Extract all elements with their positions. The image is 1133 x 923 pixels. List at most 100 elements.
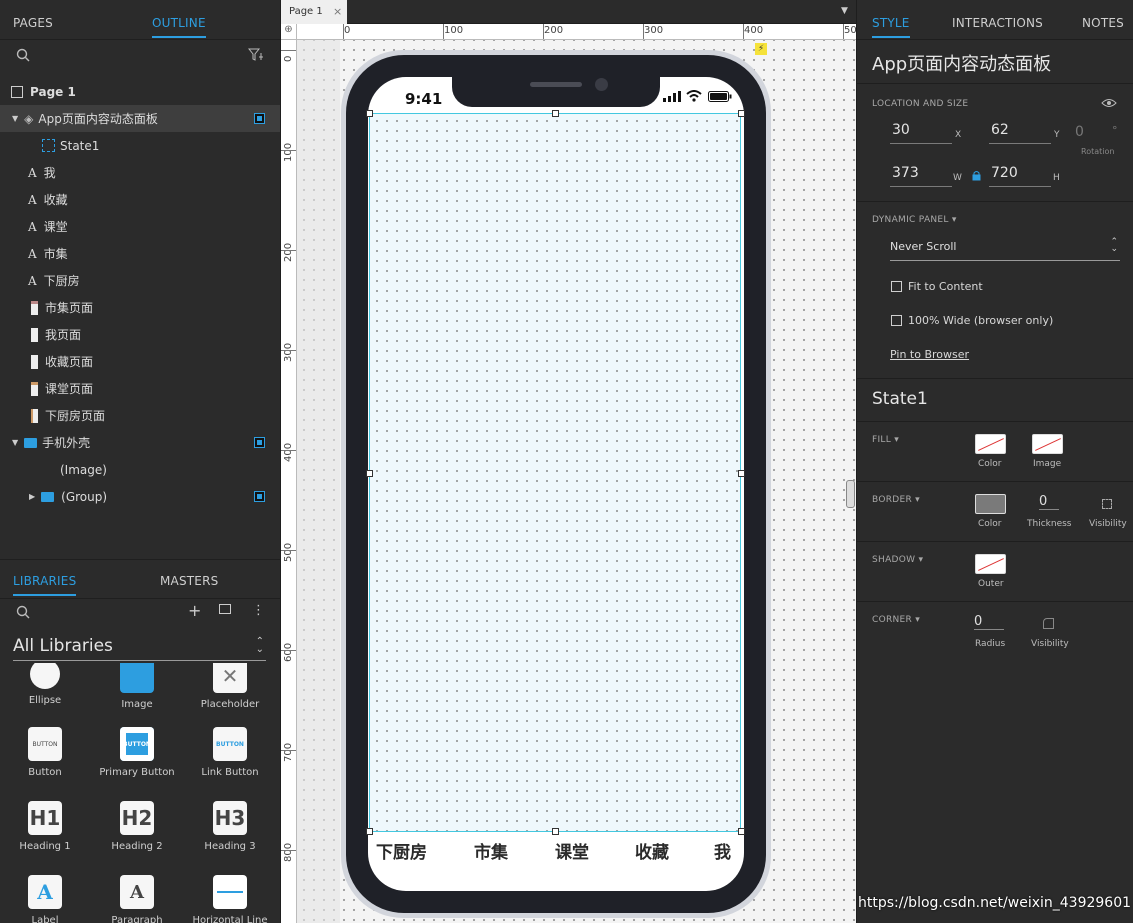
visibility-checkbox[interactable] xyxy=(254,113,265,124)
library-item-ellipse[interactable]: Ellipse xyxy=(0,663,90,706)
dynamic-panel-label[interactable]: DYNAMIC PANEL ▾ xyxy=(872,215,957,225)
ruler-origin[interactable]: ⊕ xyxy=(281,24,297,40)
full-width-checkbox[interactable] xyxy=(891,315,902,326)
shadow-outer-swatch[interactable] xyxy=(975,554,1006,574)
caret-down-icon[interactable]: ▼ xyxy=(12,114,18,123)
outline-item-text[interactable]: A我 xyxy=(0,159,280,186)
library-item-primary-button[interactable]: BUTTON Primary Button xyxy=(92,727,182,778)
add-library-icon[interactable]: + xyxy=(188,601,201,620)
library-item-label[interactable]: A Label xyxy=(0,875,90,923)
x-field[interactable]: 30 xyxy=(890,122,952,144)
fill-label[interactable]: FILL ▾ xyxy=(872,435,899,445)
scroll-select[interactable]: Never Scroll ⌃ ⌄ xyxy=(890,238,1120,261)
tab-interactions[interactable]: INTERACTIONS xyxy=(952,16,1043,30)
fit-content-checkbox[interactable] xyxy=(891,281,902,292)
library-item-heading-3[interactable]: H3 Heading 3 xyxy=(185,801,275,852)
rotation-field[interactable]: 0 xyxy=(1075,124,1084,140)
outline-item-dynamic-panel[interactable]: ▼ ◈ App页面内容动态面板 xyxy=(0,105,280,132)
ruler-tick xyxy=(281,650,296,651)
library-item-paragraph[interactable]: A Paragraph xyxy=(92,875,182,923)
outline-item-image[interactable]: 我页面 xyxy=(0,321,280,348)
resize-handle[interactable] xyxy=(366,828,373,835)
vertical-ruler[interactable]: 0 100 200 300 400 500 600 700 800 xyxy=(281,40,297,923)
library-select[interactable]: All Libraries ⌃ ⌄ xyxy=(13,636,266,661)
tab-pages[interactable]: PAGES xyxy=(13,16,53,30)
pin-to-browser-link[interactable]: Pin to Browser xyxy=(890,348,969,361)
visibility-checkbox[interactable] xyxy=(254,437,265,448)
search-icon[interactable] xyxy=(16,605,30,619)
library-item-link-button[interactable]: BUTTON Link Button xyxy=(185,727,275,778)
resize-handle[interactable] xyxy=(552,828,559,835)
visibility-checkbox[interactable] xyxy=(254,491,265,502)
resize-handle[interactable] xyxy=(738,470,745,477)
library-item-image[interactable]: Image xyxy=(92,663,182,710)
scrollbar-thumb[interactable] xyxy=(846,480,855,508)
outline-item-page[interactable]: Page 1 xyxy=(0,78,280,105)
dynamic-panel-selection[interactable] xyxy=(366,110,745,835)
border-label[interactable]: BORDER ▾ xyxy=(872,495,920,505)
resize-handle[interactable] xyxy=(366,110,373,117)
outline-item-group[interactable]: ▶ (Group) xyxy=(0,483,280,510)
shadow-label[interactable]: SHADOW ▾ xyxy=(872,555,923,565)
tab-outline[interactable]: OUTLINE xyxy=(152,16,206,38)
outline-item-text[interactable]: A 收藏 xyxy=(0,186,280,213)
copy-icon[interactable] xyxy=(219,604,231,614)
library-item-heading-1[interactable]: H1 Heading 1 xyxy=(0,801,90,852)
library-item-heading-2[interactable]: H2 Heading 2 xyxy=(92,801,182,852)
library-item-horizontal-line[interactable]: Horizontal Line xyxy=(185,875,275,923)
tab-style[interactable]: STYLE xyxy=(872,16,910,38)
border-visibility-icon[interactable] xyxy=(1102,499,1112,509)
corner-label[interactable]: CORNER ▾ xyxy=(872,615,920,625)
resize-handle[interactable] xyxy=(552,110,559,117)
lightning-icon[interactable]: ⚡ xyxy=(755,43,767,55)
library-item-placeholder[interactable]: ✕ Placeholder xyxy=(185,663,275,710)
tab-ketang[interactable]: 课堂 xyxy=(555,838,589,863)
caret-down-icon[interactable]: ▼ xyxy=(12,438,18,447)
close-icon[interactable]: × xyxy=(333,5,342,18)
outline-item-text[interactable]: A 下厨房 xyxy=(0,267,280,294)
resize-handle[interactable] xyxy=(738,828,745,835)
width-field[interactable]: 373 xyxy=(890,165,952,187)
more-icon[interactable]: ⋮ xyxy=(252,603,265,618)
radius-label: Radius xyxy=(975,639,1006,649)
widget-name[interactable]: App页面内容动态面板 xyxy=(872,50,1051,76)
fill-color-swatch[interactable] xyxy=(975,434,1006,454)
y-field[interactable]: 62 xyxy=(989,122,1051,144)
fill-image-swatch[interactable] xyxy=(1032,434,1063,454)
library-item-button[interactable]: BUTTON Button xyxy=(0,727,90,778)
eye-icon[interactable] xyxy=(1101,98,1117,108)
tab-wo[interactable]: 我 xyxy=(714,838,731,863)
lock-icon[interactable] xyxy=(972,170,981,181)
filter-icon[interactable] xyxy=(248,48,264,62)
corner-radius-field[interactable]: 0 xyxy=(974,614,1004,630)
tab-masters[interactable]: MASTERS xyxy=(160,574,218,588)
height-field[interactable]: 720 xyxy=(989,165,1051,187)
tab-shoucang[interactable]: 收藏 xyxy=(635,838,669,863)
border-color-swatch[interactable] xyxy=(975,494,1006,514)
outline-item-state[interactable]: State1 xyxy=(0,132,280,159)
location-size-section: LOCATION AND SIZE 30 X 62 Y 0 ° Rotation… xyxy=(857,83,1133,201)
search-icon[interactable] xyxy=(16,48,30,62)
outline-item-image[interactable]: 市集页面 xyxy=(0,294,280,321)
resize-handle[interactable] xyxy=(738,110,745,117)
scroll-select-value: Never Scroll xyxy=(890,240,957,253)
resize-handle[interactable] xyxy=(366,470,373,477)
outline-item-folder[interactable]: ▼ 手机外壳 xyxy=(0,429,280,456)
border-thickness-field[interactable]: 0 xyxy=(1039,494,1059,510)
outline-item-image[interactable]: 课堂页面 xyxy=(0,375,280,402)
outline-item-text[interactable]: A 课堂 xyxy=(0,213,280,240)
tab-libraries[interactable]: LIBRARIES xyxy=(13,574,77,596)
dropdown-icon[interactable]: ▼ xyxy=(841,6,848,16)
outline-item-image[interactable]: 收藏页面 xyxy=(0,348,280,375)
horizontal-ruler[interactable]: 0 100 200 300 400 500 xyxy=(297,24,863,40)
doc-tab-page1[interactable]: Page 1 × xyxy=(281,0,347,24)
tab-xiachufang[interactable]: 下厨房 xyxy=(376,838,427,863)
outline-item-image-child[interactable]: (Image) xyxy=(0,456,280,483)
watermark-text: https://blog.csdn.net/weixin_43929601 xyxy=(858,895,1132,911)
outline-item-text[interactable]: A 市集 xyxy=(0,240,280,267)
caret-right-icon[interactable]: ▶ xyxy=(29,492,35,501)
corner-visibility-icon[interactable] xyxy=(1043,618,1054,629)
tab-shiji[interactable]: 市集 xyxy=(474,838,508,863)
tab-notes[interactable]: NOTES xyxy=(1082,16,1124,30)
outline-item-image[interactable]: 下厨房页面 xyxy=(0,402,280,429)
